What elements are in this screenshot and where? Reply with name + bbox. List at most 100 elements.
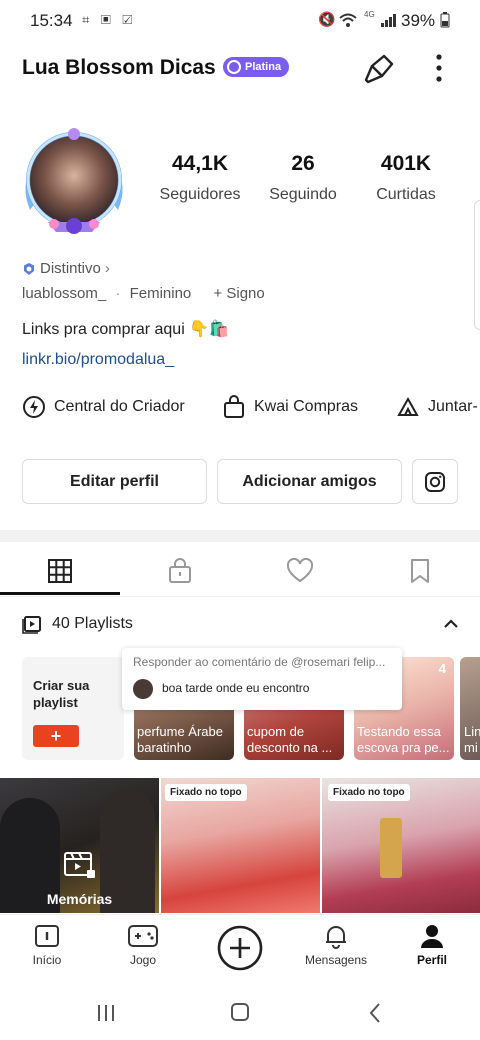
add-friends-button[interactable]: Adicionar amigos [217, 459, 402, 504]
playlist-card-title: Lin mi [464, 724, 480, 755]
chevron-up-icon[interactable] [443, 618, 459, 630]
bottom-navigation: Início Jogo Mensagens Perfil [0, 914, 480, 986]
bell-icon [326, 926, 346, 949]
signal-icon [381, 14, 396, 27]
tab-private[interactable] [120, 548, 240, 594]
person-icon [421, 925, 443, 948]
gender: Feminino [129, 285, 192, 302]
kwai-shop-label: Kwai Compras [254, 398, 359, 415]
following-count: 26 [291, 152, 315, 175]
add-signo-button[interactable]: + Signo [213, 285, 264, 302]
side-drawer-handle[interactable] [474, 200, 480, 330]
distintivo-label: Distintivo [40, 260, 101, 277]
likes-count: 401K [380, 152, 432, 175]
join-shortcut[interactable]: Juntar- [396, 395, 478, 419]
creator-center-shortcut[interactable]: Central do Criador [22, 395, 185, 419]
distintivo-link[interactable]: Distintivo › [22, 260, 110, 277]
status-notification-icons: ⌗ ▣ ☑ [82, 12, 137, 27]
reply-to-label: Responder ao comentário de @rosemari fel… [133, 655, 386, 669]
platina-badge[interactable]: Platina [223, 57, 290, 77]
profile-meta: luablossom_ · Feminino + Signo [22, 285, 265, 302]
stat-likes[interactable]: 401K Curtidas [346, 152, 466, 204]
nav-profile-label: Perfil [416, 953, 447, 967]
likes-label: Curtidas [376, 186, 436, 203]
playlists-header[interactable]: 40 Playlists [22, 614, 133, 634]
create-playlist-label: Criar sua playlist [33, 678, 90, 710]
home-button-icon[interactable] [230, 1002, 250, 1022]
instagram-icon [425, 471, 445, 492]
create-playlist-card[interactable]: Criar sua playlist + [22, 657, 124, 760]
create-playlist-button[interactable]: + [33, 725, 79, 747]
nav-messages-label: Mensagens [304, 953, 368, 967]
video-thumbnail[interactable]: Memórias [0, 778, 159, 913]
heart-icon [286, 558, 314, 583]
active-tab-indicator [0, 592, 120, 595]
kwai-shop-shortcut[interactable]: Kwai Compras [222, 395, 358, 419]
pinned-badge: Fixado no topo [328, 784, 410, 801]
bookmark-icon [411, 559, 429, 583]
back-icon[interactable] [368, 1002, 382, 1024]
memories-label: Memórias [46, 891, 113, 907]
create-video-button[interactable] [217, 925, 263, 971]
share-icon[interactable] [362, 52, 396, 86]
nav-profile[interactable]: Perfil [387, 923, 477, 967]
playlist-card-title: Testando essa escova pra pe... [357, 724, 450, 755]
profile-name: Lua Blossom Dicas [22, 56, 216, 79]
comment-text: boa tarde onde eu encontro [162, 681, 310, 695]
status-time: 15:34 [30, 11, 73, 30]
username: luablossom_ [22, 285, 107, 302]
avatar[interactable] [18, 126, 130, 238]
nav-game-label: Jogo [129, 953, 157, 967]
home-icon [35, 925, 59, 947]
followers-count: 44,1K [171, 152, 229, 175]
tab-videos[interactable] [0, 548, 120, 594]
commenter-avatar [133, 679, 153, 699]
chevron-right-icon: › [104, 260, 110, 277]
playlist-card[interactable]: Lin mi [460, 657, 480, 760]
lightning-icon [23, 396, 45, 418]
playlists-title: 40 Playlists [52, 615, 133, 632]
tab-saved[interactable] [360, 548, 480, 594]
shopping-bag-icon [224, 395, 244, 418]
edit-profile-button[interactable]: Editar perfil [22, 459, 207, 504]
bio-emoji: 👇🛍️ [189, 321, 230, 338]
stat-followers[interactable]: 44,1K Seguidores [140, 152, 260, 204]
join-label: Juntar- [428, 398, 478, 415]
pinned-badge: Fixado no topo [165, 784, 247, 801]
tab-liked[interactable] [240, 548, 360, 594]
wifi-icon [339, 13, 357, 27]
stat-following[interactable]: 26 Seguindo [243, 152, 363, 204]
playlist-card-title: cupom de desconto na ... [247, 724, 333, 755]
recent-apps-icon[interactable] [96, 1003, 116, 1023]
distintivo-icon [24, 262, 34, 275]
perfume-cap [380, 818, 402, 878]
meta-separator: · [115, 285, 121, 302]
system-navigation-bar [0, 986, 480, 1040]
badge-icon [227, 60, 241, 74]
tabs-divider [0, 596, 480, 597]
playlist-card-title: perfume Árabe baratinho [137, 724, 223, 755]
content-tabs [0, 548, 480, 595]
tent-icon [397, 396, 419, 416]
nav-messages[interactable]: Mensagens [291, 923, 381, 967]
playlist-card-count: 4 [438, 661, 446, 676]
more-options-icon[interactable] [434, 52, 444, 84]
network-label: 4G [364, 10, 375, 19]
memories-icon [64, 852, 95, 878]
comment-reply-popup[interactable]: Responder ao comentário de @rosemari fel… [122, 648, 402, 710]
nav-home[interactable]: Início [2, 923, 92, 967]
badge-label: Platina [245, 61, 282, 73]
mute-icon: 🔇 [318, 11, 336, 27]
gamepad-icon [128, 925, 158, 947]
bio-link[interactable]: linkr.bio/promodalua_ [22, 351, 174, 369]
following-label: Seguindo [269, 186, 337, 203]
followers-label: Seguidores [159, 186, 241, 203]
video-thumbnail[interactable]: Fixado no topo [322, 778, 480, 913]
video-thumbnail[interactable]: Fixado no topo [161, 778, 320, 913]
creator-center-label: Central do Criador [54, 398, 185, 415]
battery-icon [440, 12, 450, 28]
playlist-icon [22, 616, 41, 634]
status-bar: 15:34 ⌗ ▣ ☑ 🔇 4G 39% [0, 0, 480, 40]
instagram-button[interactable] [412, 459, 458, 504]
nav-game[interactable]: Jogo [98, 923, 188, 967]
